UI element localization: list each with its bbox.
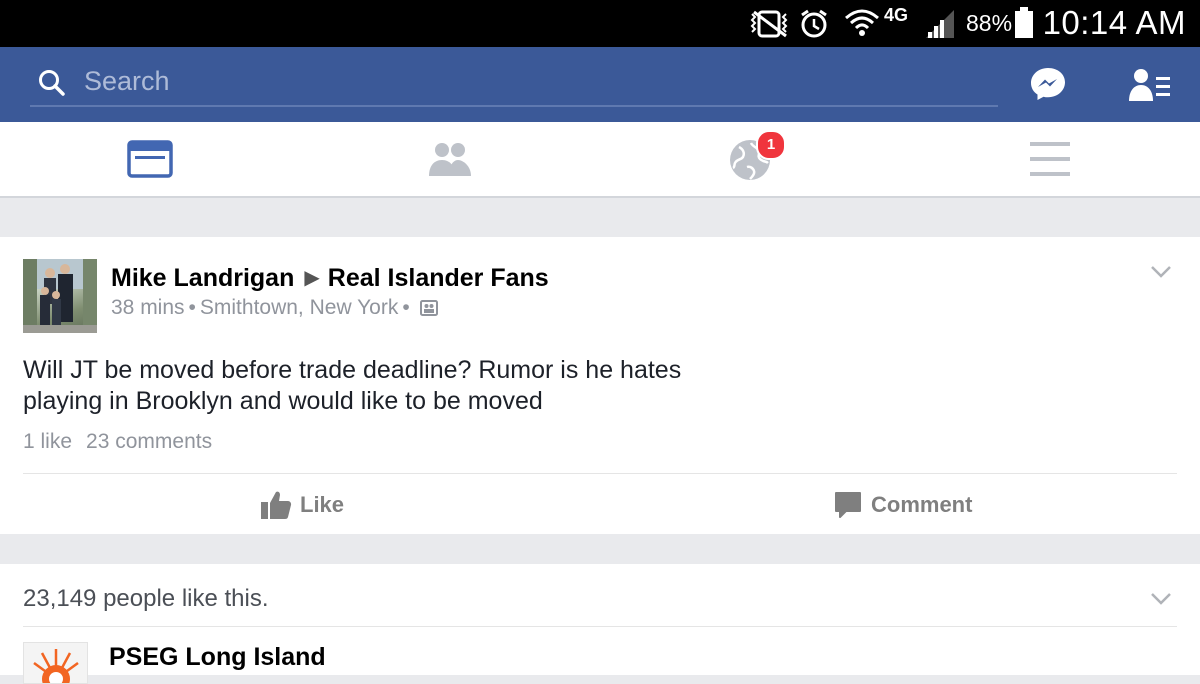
status-bar: 4G 88% 10:14 AM bbox=[0, 0, 1200, 47]
signal-icon bbox=[926, 10, 954, 38]
tab-news-feed[interactable] bbox=[0, 122, 300, 196]
friend-requests-icon[interactable] bbox=[1128, 67, 1172, 103]
sun-logo-icon bbox=[33, 649, 79, 683]
wifi-icon bbox=[845, 9, 879, 36]
search-input[interactable] bbox=[82, 63, 966, 99]
divider bbox=[23, 626, 1177, 627]
tab-bar: 1 bbox=[0, 122, 1200, 198]
group-icon bbox=[419, 300, 438, 316]
post-location[interactable]: Smithtown, New York bbox=[200, 296, 398, 319]
group-name[interactable]: Real Islander Fans bbox=[328, 264, 549, 292]
top-bar bbox=[0, 47, 1200, 122]
notification-badge: 1 bbox=[756, 130, 786, 160]
comment-label: Comment bbox=[871, 492, 973, 517]
chevron-down-icon[interactable] bbox=[1150, 265, 1172, 279]
post-meta: 38 mins • Smithtown, New York • bbox=[111, 296, 438, 320]
feed-post: Mike Landrigan ▶ Real Islander Fans 38 min… bbox=[0, 237, 1200, 534]
like-label: Like bbox=[300, 492, 345, 517]
friends-icon bbox=[429, 143, 471, 176]
network-type: 4G bbox=[884, 5, 909, 25]
divider bbox=[23, 473, 1177, 474]
author-avatar[interactable] bbox=[23, 259, 97, 333]
news-feed-icon bbox=[127, 140, 173, 178]
search-bar[interactable] bbox=[30, 57, 998, 107]
comment-button[interactable]: Comment bbox=[833, 487, 972, 523]
thumbs-up-icon bbox=[261, 491, 292, 519]
vibrate-mute-icon bbox=[750, 10, 788, 38]
profile-photo-icon bbox=[23, 259, 97, 333]
likes-count[interactable]: 1 like bbox=[23, 430, 72, 453]
arrow-right-icon: ▶ bbox=[304, 267, 320, 289]
alarm-icon bbox=[801, 9, 827, 38]
tab-notifications[interactable] bbox=[600, 122, 900, 196]
status-time: 10:14 AM bbox=[1042, 4, 1186, 41]
comments-count[interactable]: 23 comments bbox=[86, 430, 212, 453]
battery-percent: 88% bbox=[966, 10, 1013, 36]
post-body: Will JT be moved before trade deadline? … bbox=[23, 356, 682, 415]
like-button[interactable]: Like bbox=[260, 487, 344, 523]
page-suggestion-card: 23,149 people like this. PSEG Long Islan… bbox=[0, 564, 1200, 684]
hamburger-menu-icon bbox=[1030, 142, 1070, 176]
page-likes-text: 23,149 people like this. bbox=[23, 585, 269, 612]
page-logo[interactable] bbox=[23, 642, 88, 684]
tab-more-menu[interactable] bbox=[900, 122, 1200, 196]
post-header: Mike Landrigan ▶ Real Islander Fans bbox=[111, 264, 549, 293]
chevron-down-icon[interactable] bbox=[1150, 592, 1172, 606]
comment-icon bbox=[835, 492, 861, 518]
page-name[interactable]: PSEG Long Island bbox=[109, 643, 326, 672]
tab-friend-requests[interactable] bbox=[300, 122, 600, 196]
post-stats: 1 like 23 comments bbox=[23, 430, 212, 454]
post-time[interactable]: 38 mins bbox=[111, 296, 185, 319]
author-name[interactable]: Mike Landrigan bbox=[111, 264, 294, 292]
messenger-icon[interactable] bbox=[1030, 66, 1066, 102]
search-icon bbox=[39, 70, 65, 96]
battery-icon bbox=[1015, 7, 1033, 38]
